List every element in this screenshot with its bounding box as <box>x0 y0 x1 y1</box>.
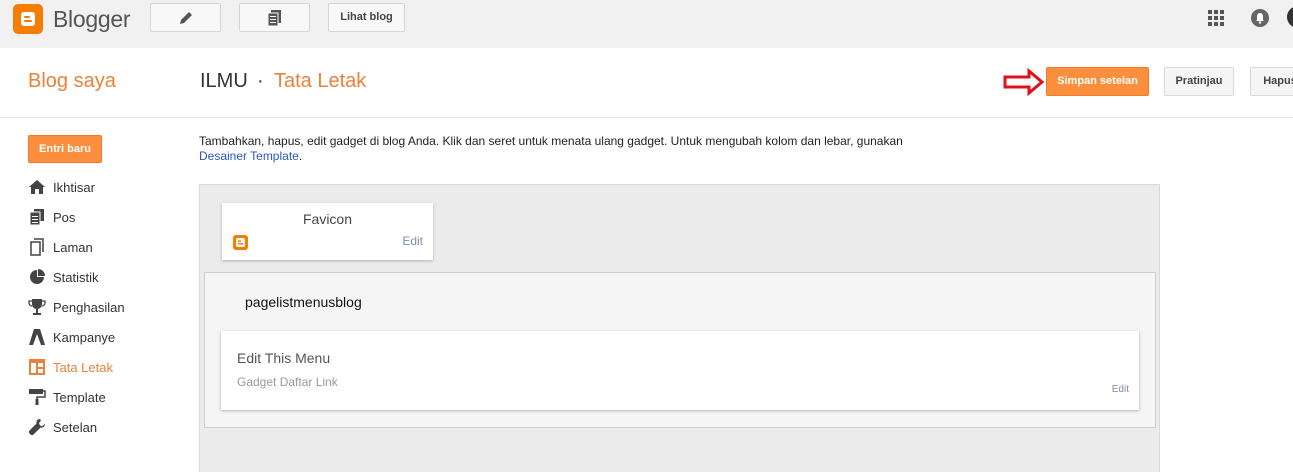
brand-name[interactable]: Blogger <box>53 6 130 33</box>
breadcrumb-separator: · <box>257 70 264 92</box>
wrench-icon <box>28 419 45 436</box>
home-icon <box>29 180 45 194</box>
sidebar-item-posts[interactable]: Pos <box>28 206 178 228</box>
link-list-gadget[interactable]: Edit This Menu Gadget Daftar Link Edit <box>221 331 1139 410</box>
gadget-title: Favicon <box>302 211 353 227</box>
new-post-button[interactable]: Entri baru <box>28 135 102 163</box>
edit-link[interactable]: Edit <box>402 234 423 248</box>
description-text: Tambahkan, hapus, edit gadget di blog An… <box>199 134 903 148</box>
sidebar-item-earnings[interactable]: Penghasilan <box>28 296 178 318</box>
sidebar-item-campaigns[interactable]: Kampanye <box>28 326 178 348</box>
pencil-icon <box>179 11 192 24</box>
sidebar-item-label: Statistik <box>53 270 99 285</box>
sidebar-item-label: Template <box>53 390 106 405</box>
top-bar: Blogger Lihat blog <box>0 0 1293 48</box>
layout-description: Tambahkan, hapus, edit gadget di blog An… <box>199 134 999 164</box>
sidebar-item-label: Tata Letak <box>53 360 113 375</box>
sidebar-item-template[interactable]: Template <box>28 386 178 408</box>
sidebar-item-pages[interactable]: Laman <box>28 236 178 258</box>
sidebar-item-label: Penghasilan <box>53 300 125 315</box>
paint-roller-icon <box>29 389 46 405</box>
sidebar-item-label: Ikhtisar <box>53 180 95 195</box>
blogger-favicon-icon <box>233 235 248 250</box>
sidebar-item-settings[interactable]: Setelan <box>28 416 178 438</box>
preview-button[interactable]: Pratinjau <box>1164 67 1234 96</box>
gadget-type: Gadget Daftar Link <box>237 375 338 389</box>
blogger-logo-icon[interactable] <box>13 4 43 34</box>
posts-icon <box>29 209 44 226</box>
layout-icon <box>29 359 45 375</box>
red-arrow-icon <box>1003 68 1045 96</box>
sidebar-item-label: Setelan <box>53 420 98 435</box>
sidebar-item-label: Kampanye <box>53 330 116 345</box>
apps-grid-icon[interactable] <box>1208 10 1224 26</box>
document-icon <box>267 9 281 26</box>
section-title: pagelistmenusblog <box>245 294 362 310</box>
campaign-icon <box>29 329 45 345</box>
blog-name[interactable]: ILMU <box>200 70 248 93</box>
template-designer-link[interactable]: Desainer Template <box>199 149 299 163</box>
posts-list-button[interactable] <box>239 3 310 32</box>
delete-button[interactable]: Hapus <box>1250 67 1293 96</box>
pages-icon <box>30 238 44 256</box>
stats-icon <box>30 269 45 284</box>
sidebar-item-stats[interactable]: Statistik <box>28 266 178 288</box>
notifications-bell-icon[interactable] <box>1251 9 1269 27</box>
favicon-gadget[interactable]: Favicon Edit <box>222 203 433 260</box>
sidebar-item-layout[interactable]: Tata Letak <box>28 356 178 378</box>
gadget-title: Edit This Menu <box>237 350 331 366</box>
my-blogs-link[interactable]: Blog saya <box>28 70 116 93</box>
save-settings-button[interactable]: Simpan setelan <box>1046 67 1149 96</box>
sidebar-item-label: Pos <box>53 210 76 225</box>
trophy-icon <box>28 299 46 315</box>
avatar[interactable] <box>1287 6 1293 28</box>
new-post-pencil-button[interactable] <box>150 3 221 32</box>
edit-link[interactable]: Edit <box>1112 384 1129 395</box>
page-header: Blog saya ILMU · Tata Letak Simpan setel… <box>0 48 1293 118</box>
page-title: Tata Letak <box>274 70 367 92</box>
sidebar-item-label: Laman <box>53 240 93 255</box>
view-blog-button[interactable]: Lihat blog <box>328 3 405 32</box>
sidebar-item-overview[interactable]: Ikhtisar <box>28 176 178 198</box>
description-end: . <box>298 149 303 163</box>
